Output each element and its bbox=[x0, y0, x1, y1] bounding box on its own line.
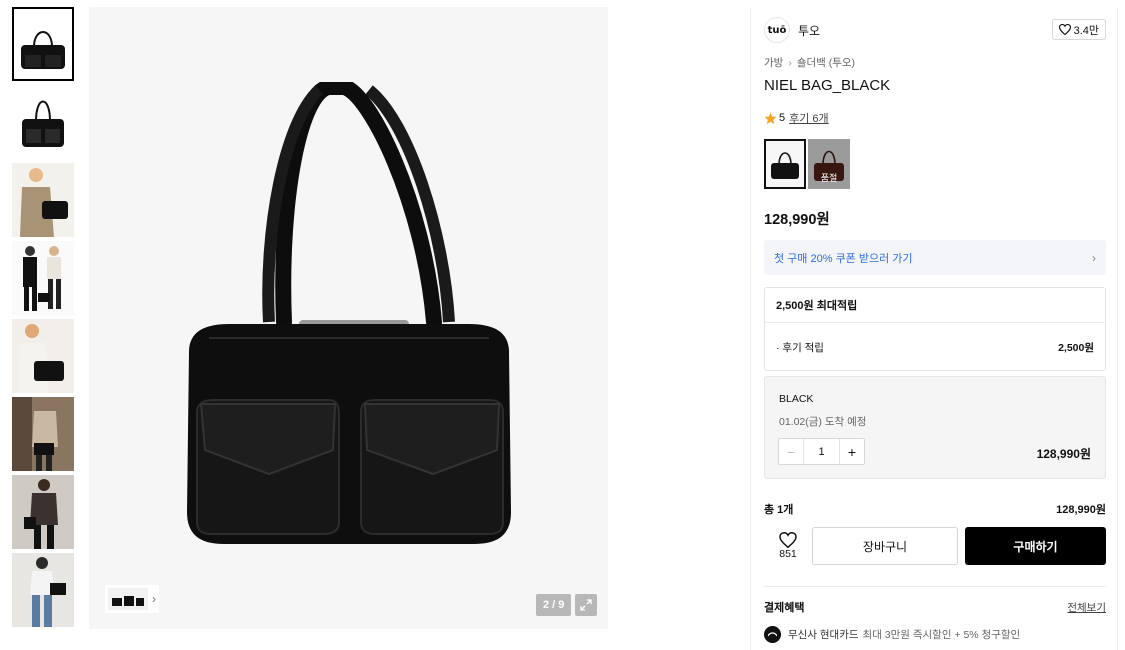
review-link[interactable]: 후기 6개 bbox=[789, 110, 829, 126]
points-row-label: · 후기 적립 bbox=[776, 341, 824, 354]
breadcrumb: 가방 › 숄더백 (투오) bbox=[764, 55, 855, 70]
card-name: 무신사 현대카드 bbox=[788, 629, 859, 641]
product-price: 128,990원 bbox=[764, 212, 830, 228]
brand-like-button[interactable]: 3.4만 bbox=[1051, 19, 1106, 40]
wishlist-count: 851 bbox=[779, 548, 797, 560]
image-pager: 2 / 9 bbox=[536, 594, 572, 616]
soldout-label: 품절 bbox=[820, 173, 838, 183]
heart-icon bbox=[779, 532, 797, 548]
add-to-cart-button[interactable]: 장바구니 bbox=[812, 527, 958, 565]
points-row: · 후기 적립 2,500원 bbox=[765, 323, 1105, 371]
color-swatches: 품절 bbox=[764, 139, 852, 189]
points-box: 2,500원 최대적립 · 후기 적립 2,500원 bbox=[764, 287, 1106, 371]
thumbnail-model-jeans[interactable] bbox=[12, 553, 74, 627]
product-info-panel: tuō 투오 3.4만 가방 › 숄더백 (투오) NIEL BAG_BLACK 5… bbox=[750, 7, 1118, 650]
action-row: 851 장바구니 구매하기 bbox=[764, 527, 1106, 565]
selected-option: BLACK 01.02(금) 도착 예정 − 1 + 128,990원 bbox=[764, 376, 1106, 479]
points-row-value: 2,500원 bbox=[1058, 341, 1094, 354]
breadcrumb-item[interactable]: 가방 bbox=[764, 57, 783, 69]
product-title: NIEL BAG_BLACK bbox=[764, 77, 891, 94]
brand-row: tuō 투오 3.4만 bbox=[764, 17, 1106, 43]
bag-image bbox=[187, 82, 511, 544]
thumbnail-model-beige-coat[interactable] bbox=[12, 163, 74, 237]
card-brand-icon bbox=[764, 626, 781, 643]
brand-name[interactable]: 투오 bbox=[798, 22, 820, 39]
image-mini-strip[interactable]: › bbox=[105, 585, 159, 613]
heart-icon bbox=[1058, 24, 1071, 35]
coupon-text: 첫 구매 20% 쿠폰 받으러 가기 bbox=[774, 252, 913, 265]
buy-now-button[interactable]: 구매하기 bbox=[965, 527, 1106, 565]
total-row: 총 1개 128,990원 bbox=[764, 501, 1106, 517]
brand-like-count: 3.4만 bbox=[1073, 24, 1099, 37]
payment-benefits-title: 결제혜택 bbox=[764, 602, 805, 614]
quantity-minus-button[interactable]: − bbox=[779, 439, 804, 464]
total-value: 128,990원 bbox=[1056, 504, 1106, 516]
coupon-banner[interactable]: 첫 구매 20% 쿠폰 받으러 가기 › bbox=[764, 240, 1106, 275]
thumbnail-model-mirror[interactable] bbox=[12, 397, 74, 471]
mini-thumbnail bbox=[108, 588, 148, 610]
quantity-value[interactable]: 1 bbox=[804, 439, 839, 464]
thumbnail-two-models[interactable] bbox=[12, 241, 74, 315]
option-price: 128,990원 bbox=[1036, 447, 1091, 461]
thumbnail-model-shoulder[interactable] bbox=[12, 319, 74, 393]
thumbnail-list bbox=[12, 7, 75, 631]
card-benefit-desc: 최대 3만원 즉시할인 + 5% 청구할인 bbox=[862, 629, 1021, 641]
delivery-estimate: 01.02(금) 도착 예정 bbox=[779, 416, 867, 428]
view-all-link[interactable]: 전체보기 bbox=[1067, 600, 1106, 615]
swatch-black[interactable] bbox=[764, 139, 806, 189]
divider bbox=[764, 586, 1106, 587]
breadcrumb-separator: › bbox=[788, 57, 792, 69]
quantity-plus-button[interactable]: + bbox=[839, 439, 864, 464]
quantity-stepper: − 1 + bbox=[778, 438, 865, 465]
main-product-image[interactable]: › 2 / 9 bbox=[89, 7, 608, 629]
rating-score: 5 bbox=[779, 112, 786, 124]
wishlist-button[interactable]: 851 bbox=[764, 532, 812, 560]
swatch-brown-soldout[interactable]: 품절 bbox=[808, 139, 850, 189]
chevron-right-icon: › bbox=[1092, 250, 1096, 265]
card-benefit-row: 무신사 현대카드 최대 3만원 즉시할인 + 5% 청구할인 bbox=[764, 626, 1020, 643]
rating-row: 5 후기 6개 bbox=[764, 110, 829, 126]
total-label: 총 1개 bbox=[764, 504, 794, 516]
breadcrumb-item[interactable]: 숄더백 (투오) bbox=[797, 57, 855, 69]
thumbnail-model-street[interactable] bbox=[12, 475, 74, 549]
brand-logo[interactable]: tuō bbox=[764, 17, 790, 43]
thumbnail-bag-angle[interactable] bbox=[12, 85, 74, 159]
star-icon bbox=[764, 112, 777, 124]
chevron-right-icon[interactable]: › bbox=[152, 592, 156, 606]
expand-icon[interactable] bbox=[575, 594, 597, 616]
thumbnail-bag-front[interactable] bbox=[12, 7, 74, 81]
points-header: 2,500원 최대적립 bbox=[765, 288, 1105, 323]
option-name: BLACK bbox=[779, 393, 814, 405]
